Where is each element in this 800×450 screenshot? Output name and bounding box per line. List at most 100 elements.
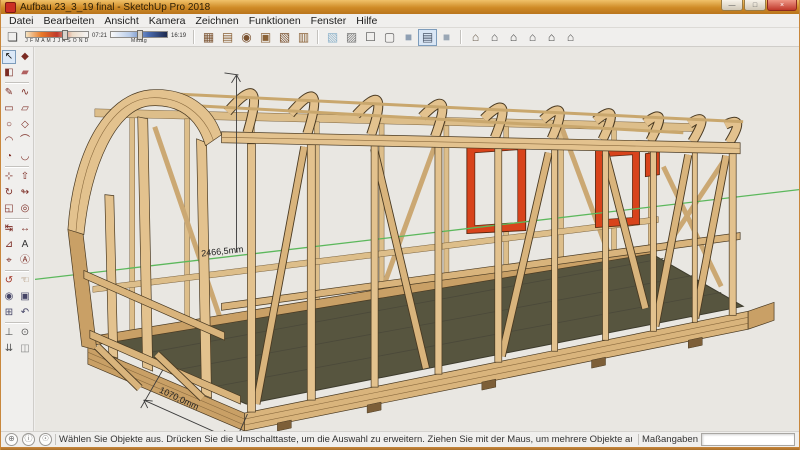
pie-tool-button[interactable]: ◔ — [2, 150, 16, 164]
sandbox-from-contours-icon: ▦ — [203, 30, 214, 44]
sandbox-drape-button[interactable]: ▧ — [275, 29, 294, 46]
sandbox-smoove-button[interactable]: ◉ — [237, 29, 256, 46]
offset-tool-button[interactable]: ◎ — [18, 202, 32, 216]
geolocation-icon[interactable]: ⊕ — [5, 433, 18, 446]
palette-separator — [5, 322, 29, 324]
view-front-button[interactable]: ⌂ — [504, 29, 523, 46]
tool-palette-row: ↖◆ — [1, 50, 33, 64]
tool-palette-row: ◔◡ — [1, 150, 33, 164]
zoom-extents-tool-button[interactable]: ⊞ — [2, 306, 16, 320]
follow-me-tool-button[interactable]: ↬ — [18, 186, 32, 200]
freehand-tool-button[interactable]: ∿ — [18, 86, 32, 100]
window-title: Aufbau 23_3_19 final - SketchUp Pro 2018 — [20, 2, 210, 13]
date-slider-thumb[interactable] — [62, 30, 68, 40]
walk-tool-button[interactable]: ⇊ — [2, 342, 16, 356]
shadow-toolbar: J F M A M J J A S O N D 07:21 Mittag 16:… — [25, 31, 186, 44]
rectangle-tool-button[interactable]: ▭ — [2, 102, 16, 116]
menu-bar: DateiBearbeitenAnsichtKameraZeichnenFunk… — [1, 14, 799, 28]
tool-palette-row: ⊹⇧ — [1, 170, 33, 184]
look-around-tool-button[interactable]: ⊙ — [18, 326, 32, 340]
minimize-button[interactable]: — — [721, 0, 743, 11]
zoom-window-tool-button[interactable]: ▣ — [18, 290, 32, 304]
style-shaded-with-textures-icon: ▤ — [422, 30, 433, 44]
palette-separator — [5, 82, 29, 84]
sandbox-add-detail-button[interactable]: ▥ — [294, 29, 313, 46]
maximize-button[interactable]: □ — [744, 0, 766, 11]
section-plane-tool-button[interactable]: ◫ — [18, 342, 32, 356]
measurements-input[interactable] — [701, 433, 795, 446]
tape-measure-tool-button[interactable]: ↹ — [2, 222, 16, 236]
style-x-ray-button[interactable]: ▧ — [323, 29, 342, 46]
sketchup-window: Aufbau 23_3_19 final - SketchUp Pro 2018… — [0, 0, 800, 450]
previous-view-tool-button[interactable]: ↶ — [18, 306, 32, 320]
text-tool-button[interactable]: A — [18, 238, 32, 252]
move-tool-button[interactable]: ⊹ — [2, 170, 16, 184]
style-wireframe-button[interactable]: ☐ — [361, 29, 380, 46]
pan-tool-button[interactable]: ☜ — [18, 274, 32, 288]
menu-fenster[interactable]: Fenster — [306, 15, 352, 27]
view-right-button[interactable]: ⌂ — [523, 29, 542, 46]
shadow-dialog-button[interactable]: ❏ — [3, 29, 22, 46]
menu-zeichnen[interactable]: Zeichnen — [191, 15, 244, 27]
axes-tool-button[interactable]: ⌖ — [2, 254, 16, 268]
circle-tool-button[interactable]: ○ — [2, 118, 16, 132]
menu-bearbeiten[interactable]: Bearbeiten — [39, 15, 100, 27]
rotate-tool-button[interactable]: ↻ — [2, 186, 16, 200]
dimension-tool-button[interactable]: ↔ — [18, 222, 32, 236]
sandbox-from-scratch-icon: ▤ — [222, 30, 233, 44]
tool-palette-row: ↺☜ — [1, 274, 33, 288]
shadow-time-slider[interactable] — [110, 31, 168, 38]
view-iso-button[interactable]: ⌂ — [466, 29, 485, 46]
sandbox-from-scratch-button[interactable]: ▤ — [218, 29, 237, 46]
time-slider-thumb[interactable] — [137, 30, 143, 40]
select-tool-button[interactable]: ↖ — [2, 50, 16, 64]
polygon-tool-button[interactable]: ◇ — [18, 118, 32, 132]
tool-palette-row: ↻↬ — [1, 186, 33, 200]
style-back-edges-button[interactable]: ▨ — [342, 29, 361, 46]
scale-tool-button[interactable]: ◱ — [2, 202, 16, 216]
orbit-tool-button[interactable]: ↺ — [2, 274, 16, 288]
view-left-button[interactable]: ⌂ — [561, 29, 580, 46]
make-component-tool-button[interactable]: ◆ — [18, 50, 32, 64]
sign-in-icon[interactable]: ☉ — [39, 433, 52, 446]
view-back-button[interactable]: ⌂ — [542, 29, 561, 46]
sandbox-smoove-icon: ◉ — [241, 30, 251, 44]
tool-palette-row: ◉▣ — [1, 290, 33, 304]
status-icons: ⊕ ⓘ ☉ — [5, 433, 52, 446]
sandbox-from-contours-button[interactable]: ▦ — [199, 29, 218, 46]
sketchup-logo-icon — [5, 2, 16, 13]
menu-hilfe[interactable]: Hilfe — [351, 15, 382, 27]
style-hidden-line-button[interactable]: ▢ — [380, 29, 399, 46]
style-shaded-button[interactable]: ■ — [399, 29, 418, 46]
style-shaded-with-textures-button[interactable]: ▤ — [418, 29, 437, 46]
close-button[interactable]: × — [767, 0, 797, 11]
sandbox-stamp-button[interactable]: ▣ — [256, 29, 275, 46]
arc-tool-button[interactable]: ⌒ — [18, 134, 32, 148]
3d-text-tool-button[interactable]: Ⓐ — [18, 254, 32, 268]
shadow-time-start: 07:21 — [92, 33, 107, 40]
3d-viewport[interactable]: 2466,5mm 1070,0mm — [35, 47, 799, 432]
measurements-label: Maßangaben — [642, 434, 698, 445]
paint-bucket-tool-button[interactable]: ◧ — [2, 66, 16, 80]
rotated-rectangle-tool-button[interactable]: ▱ — [18, 102, 32, 116]
shadow-date-slider[interactable] — [25, 31, 89, 38]
two-point-arc-tool-button[interactable]: ◠ — [2, 134, 16, 148]
eraser-tool-button[interactable]: ▰ — [18, 66, 32, 80]
style-monochrome-button[interactable]: ■ — [437, 29, 456, 46]
push-pull-tool-button[interactable]: ⇧ — [18, 170, 32, 184]
line-tool-button[interactable]: ✎ — [2, 86, 16, 100]
menu-ansicht[interactable]: Ansicht — [99, 15, 143, 27]
statusbar-separator — [638, 434, 639, 445]
three-point-arc-tool-button[interactable]: ◡ — [18, 150, 32, 164]
menu-datei[interactable]: Datei — [4, 15, 39, 27]
view-top-button[interactable]: ⌂ — [485, 29, 504, 46]
toolbar-separator — [460, 30, 462, 44]
model-scene: 2466,5mm 1070,0mm — [35, 47, 799, 432]
menu-kamera[interactable]: Kamera — [144, 15, 191, 27]
credits-icon[interactable]: ⓘ — [22, 433, 35, 446]
style-wireframe-icon: ☐ — [365, 30, 376, 44]
menu-funktionen[interactable]: Funktionen — [244, 15, 306, 27]
protractor-tool-button[interactable]: ⊿ — [2, 238, 16, 252]
zoom-tool-button[interactable]: ◉ — [2, 290, 16, 304]
position-camera-tool-button[interactable]: ⊥ — [2, 326, 16, 340]
